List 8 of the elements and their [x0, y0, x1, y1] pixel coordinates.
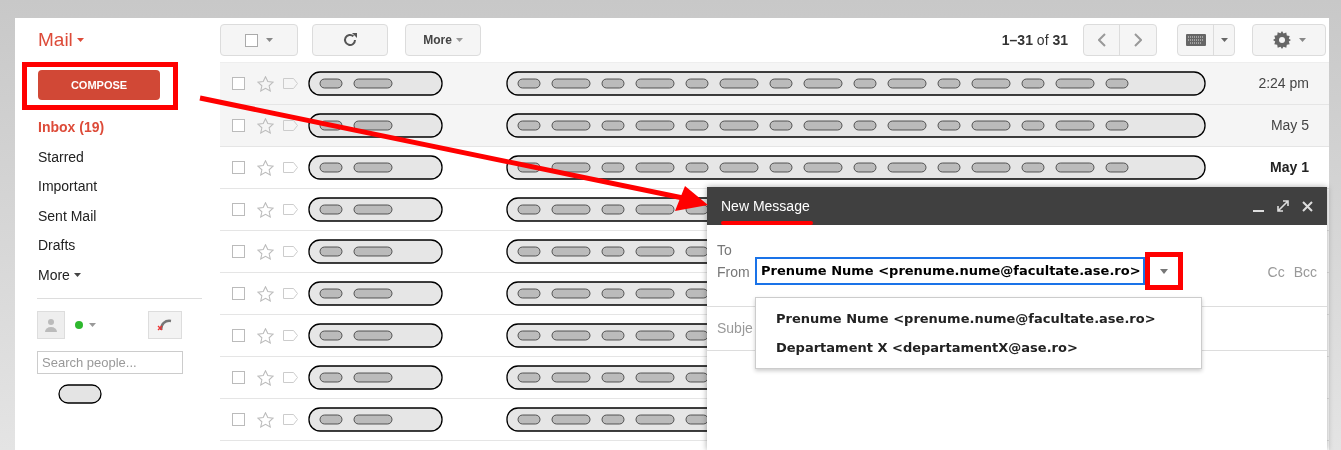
from-label: From — [717, 263, 751, 282]
message-date: May 5 — [1270, 116, 1310, 135]
to-label: To — [717, 242, 732, 258]
compose-title: New Message — [721, 196, 810, 216]
message-date: May 1 — [1270, 158, 1310, 177]
pagination-text: 1–31 of 31 — [1001, 30, 1068, 50]
subject-label: Subje — [717, 319, 753, 338]
message-date: 2:24 pm — [1258, 74, 1310, 93]
